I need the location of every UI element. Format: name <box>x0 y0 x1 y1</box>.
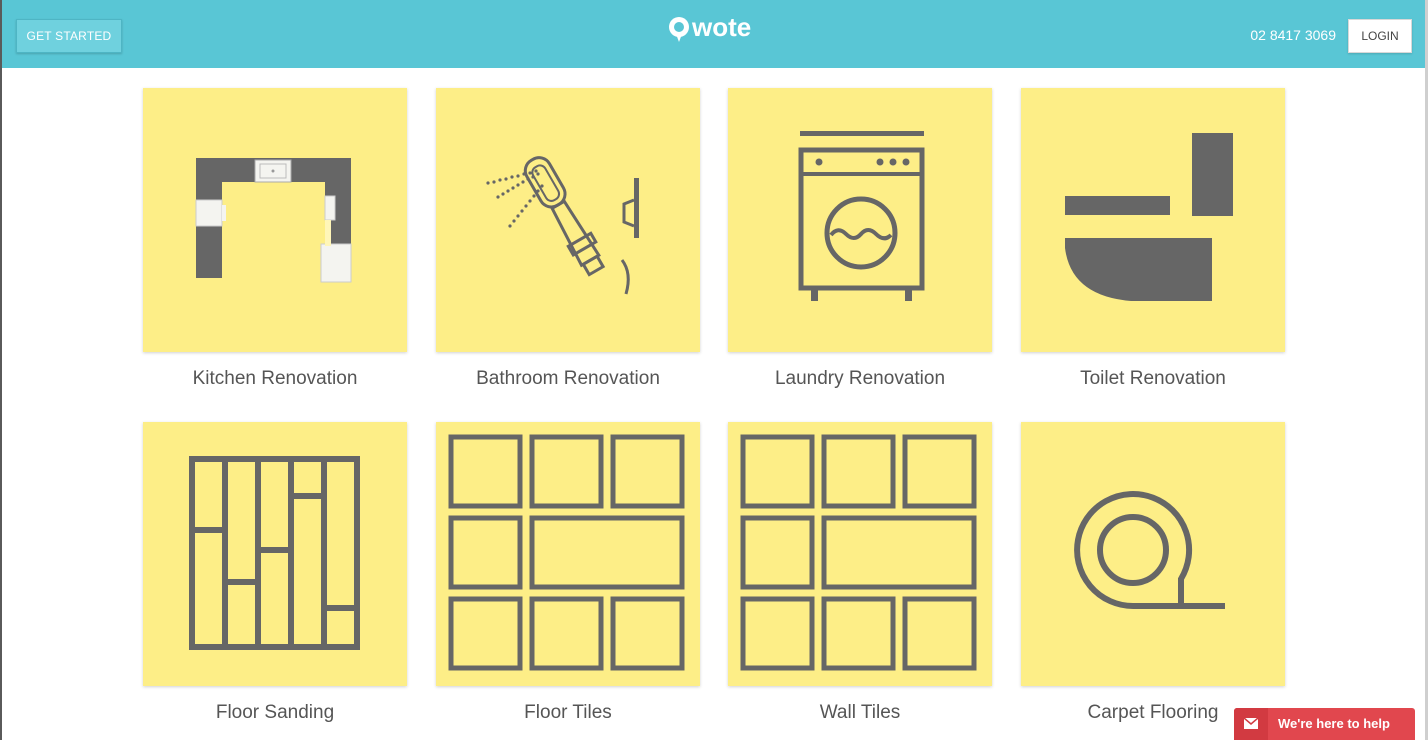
service-tile[interactable] <box>728 422 992 686</box>
get-started-button[interactable]: GET STARTED <box>16 19 122 53</box>
service-tile[interactable] <box>143 88 407 352</box>
service-card-floor-sanding[interactable]: Floor Sanding <box>143 422 407 725</box>
floor-boards-icon <box>189 456 360 650</box>
svg-text:wote: wote <box>691 12 751 42</box>
toilet-icon <box>1065 133 1233 301</box>
service-label[interactable]: Floor Tiles <box>436 701 700 725</box>
carpet-roll-icon <box>1074 491 1225 609</box>
window-left-edge <box>0 0 2 740</box>
phone-number[interactable]: 02 8417 3069 <box>1234 24 1336 46</box>
service-label[interactable]: Bathroom Renovation <box>436 367 700 391</box>
service-tile[interactable] <box>1021 422 1285 686</box>
service-tile[interactable] <box>143 422 407 686</box>
login-button[interactable]: LOGIN <box>1348 19 1412 53</box>
service-card-bathroom[interactable]: Bathroom Renovation <box>436 88 700 391</box>
service-tile[interactable] <box>436 88 700 352</box>
service-card-kitchen[interactable]: Kitchen Renovation <box>143 88 407 391</box>
service-label[interactable]: Laundry Renovation <box>728 367 992 391</box>
service-tile[interactable] <box>728 88 992 352</box>
envelope-icon <box>1234 708 1268 740</box>
shower-head-icon <box>486 156 639 295</box>
floor-tiles-icon <box>448 434 685 671</box>
service-card-toilet[interactable]: Toilet Renovation <box>1021 88 1285 391</box>
service-card-floor-tiles[interactable]: Floor Tiles <box>436 422 700 725</box>
service-label[interactable]: Floor Sanding <box>143 701 407 725</box>
service-label[interactable]: Wall Tiles <box>728 701 992 725</box>
service-card-wall-tiles[interactable]: Wall Tiles <box>728 422 992 725</box>
kitchen-layout-icon <box>195 158 352 283</box>
service-label[interactable]: Kitchen Renovation <box>143 367 407 391</box>
washing-machine-icon <box>798 131 925 301</box>
page: GET STARTED wote 02 8417 3069 LOGIN Kitc… <box>0 0 1428 740</box>
qwote-logo[interactable]: wote <box>666 12 762 44</box>
service-tile[interactable] <box>436 422 700 686</box>
service-tile[interactable] <box>1021 88 1285 352</box>
help-label: We're here to help <box>1278 716 1390 731</box>
service-card-laundry[interactable]: Laundry Renovation <box>728 88 992 391</box>
service-card-carpet-flooring[interactable]: Carpet Flooring <box>1021 422 1285 725</box>
help-chat-button[interactable]: We're here to help <box>1234 708 1415 740</box>
wall-tiles-icon <box>740 434 977 671</box>
service-label[interactable]: Toilet Renovation <box>1021 367 1285 391</box>
top-navbar: GET STARTED wote 02 8417 3069 LOGIN <box>2 0 1425 68</box>
